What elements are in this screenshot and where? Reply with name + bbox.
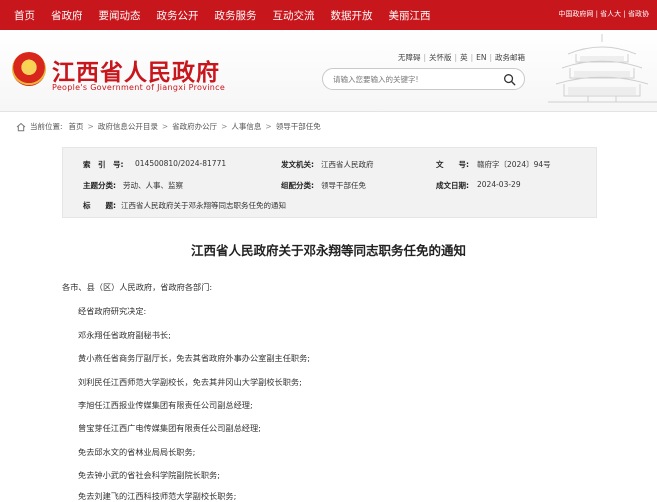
title-value: 江西省人民政府关于邓永翔等同志职务任免的通知	[121, 201, 286, 210]
top-navigation-bar: 首页 省政府 要闻动态 政务公开 政务服务 互动交流 数据开放 美丽江西 中国政…	[0, 0, 657, 30]
date-label: 成文日期:	[436, 181, 469, 190]
document-paragraph: 免去邱水文的省林业局局长职务;	[78, 447, 196, 457]
link-accessibility[interactable]: 无障碍	[398, 52, 421, 63]
site-header: ★ 江西省人民政府 People's Government of Jiangxi…	[0, 30, 657, 112]
external-links[interactable]: 中国政府网 | 省人大 | 省政协	[558, 9, 649, 19]
nav-item-home[interactable]: 首页	[14, 8, 35, 23]
document-paragraph: 经省政府研究决定:	[78, 306, 147, 316]
index-value: 014500810/2024-81771	[135, 159, 227, 168]
tengwang-pavilion-illustration	[548, 34, 657, 103]
separator: >	[87, 122, 94, 131]
separator: >	[265, 122, 272, 131]
breadcrumb-appointments[interactable]: 领导干部任免	[276, 121, 321, 132]
document-metadata-table: 索 引 号: 014500810/2024-81771 发文机关: 江西省人民政…	[62, 147, 597, 218]
nav-item-beautiful-jiangxi[interactable]: 美丽江西	[389, 8, 431, 23]
index-label: 索 引 号:	[83, 160, 124, 169]
document-paragraph: 李旭任江西报业传媒集团有限责任公司副总经理;	[78, 400, 253, 410]
national-emblem-icon: ★	[12, 52, 46, 86]
nav-item-open-data[interactable]: 数据开放	[331, 8, 373, 23]
top-nav-items: 首页 省政府 要闻动态 政务公开 政务服务 互动交流 数据开放 美丽江西	[14, 8, 447, 23]
separator: >	[161, 122, 169, 131]
separator: >	[221, 122, 228, 131]
issuer-value: 江西省人民政府	[321, 160, 374, 169]
document-number-value: 赣府字〔2024〕94号	[477, 160, 551, 169]
document-paragraph: 免去刘建飞的江西科技师范大学副校长职务;	[78, 491, 237, 501]
breadcrumb-general-office[interactable]: 省政府办公厅	[172, 121, 217, 132]
document-paragraph: 黄小燕任省商务厅副厅长，免去其省政府外事办公室副主任职务;	[78, 353, 311, 363]
form-category-value: 领导干部任免	[321, 181, 366, 190]
date-value: 2024-03-29	[477, 180, 521, 189]
home-icon	[16, 122, 26, 131]
breadcrumb: 当前位置: 首页 > 政府信息公开目录 > 省政府办公厅 > 人事信息 > 领导…	[16, 121, 321, 132]
separator: |	[489, 53, 492, 62]
topic-category-label: 主题分类:	[83, 181, 116, 190]
site-subtitle: People's Government of Jiangxi Province	[52, 83, 226, 92]
nav-item-government-services[interactable]: 政务服务	[215, 8, 257, 23]
search-box	[322, 68, 525, 90]
breadcrumb-label: 当前位置:	[30, 122, 63, 131]
topic-category-value: 劳动、人事、监察	[123, 181, 183, 190]
document-paragraph: 刘利民任江西师范大学副校长，免去其井冈山大学副校长职务;	[78, 377, 302, 387]
link-government-mailbox[interactable]: 政务邮箱	[495, 52, 525, 63]
search-input[interactable]	[333, 74, 493, 84]
separator: |	[423, 53, 427, 62]
document-paragraph: 邓永翔任省政府副秘书长;	[78, 330, 171, 340]
breadcrumb-personnel-info[interactable]: 人事信息	[231, 121, 261, 132]
separator: |	[470, 53, 474, 62]
nav-item-interaction[interactable]: 互动交流	[273, 8, 315, 23]
nav-item-news[interactable]: 要闻动态	[99, 8, 141, 23]
title-label: 标 题:	[83, 201, 116, 210]
site-title[interactable]: 江西省人民政府	[52, 53, 220, 87]
separator: |	[454, 53, 458, 62]
document-paragraph: 免去钟小武的省社会科学院副院长职务;	[78, 470, 220, 480]
issuer-label: 发文机关:	[281, 160, 314, 169]
search-icon[interactable]	[503, 73, 516, 86]
link-care-version[interactable]: 关怀版	[429, 52, 452, 63]
nav-item-government-affairs-disclosure[interactable]: 政务公开	[157, 8, 199, 23]
document-paragraph: 曾宝芽任江西广电传媒集团有限责任公司副总经理;	[78, 423, 261, 433]
link-mongolian[interactable]: 英	[460, 52, 468, 63]
link-english[interactable]: EN	[476, 53, 486, 62]
document-salutation: 各市、县（区）人民政府，省政府各部门:	[62, 282, 213, 292]
nav-item-provincial-government[interactable]: 省政府	[51, 8, 83, 23]
form-category-label: 组配分类:	[281, 181, 314, 190]
breadcrumb-home[interactable]: 首页	[69, 121, 84, 132]
accessibility-links: 无障碍 | 关怀版 | 英 | EN | 政务邮箱	[398, 52, 525, 63]
document-title: 江西省人民政府关于邓永翔等同志职务任免的通知	[190, 243, 466, 258]
breadcrumb-info-disclosure-catalog[interactable]: 政府信息公开目录	[98, 121, 158, 132]
document-number-label: 文 号:	[436, 160, 469, 169]
